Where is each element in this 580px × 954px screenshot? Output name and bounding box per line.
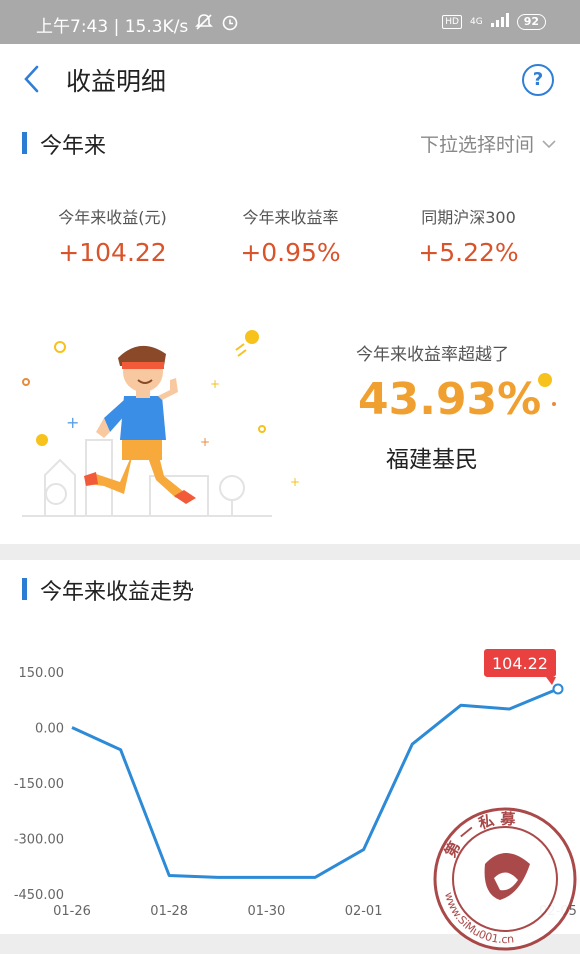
beat-subject: 福建基民 — [386, 447, 478, 473]
svg-text:+: + — [290, 475, 300, 489]
chevron-down-icon — [542, 139, 556, 148]
time-range-picker[interactable]: 下拉选择时间 — [420, 130, 556, 157]
stat-ytd-profit: 今年来收益(元) +104.22 — [16, 204, 209, 267]
stat-value: +5.22% — [418, 238, 519, 267]
mute-icon — [194, 12, 214, 37]
stat-value: +0.95% — [240, 238, 341, 267]
beat-caption: 今年来收益率超越了 — [356, 345, 509, 365]
svg-text:+: + — [210, 377, 220, 391]
y-tick-label: 150.00 — [19, 666, 65, 681]
hd-icon: HD — [442, 14, 462, 29]
chevron-left-icon — [24, 65, 39, 93]
nav-bar: 收益明细 ? — [0, 44, 580, 115]
svg-text:+: + — [200, 435, 210, 449]
watermark-seal: 第 一 私 募 www.SiMu001.cn — [433, 807, 577, 951]
coin-icon — [538, 373, 556, 406]
y-tick-label: -150.00 — [14, 777, 64, 792]
network-label: 4G — [469, 16, 483, 27]
signal-icon — [490, 13, 509, 30]
section-header-ytd: 今年来 下拉选择时间 — [0, 114, 580, 173]
x-tick-label: 01-30 — [248, 904, 286, 919]
y-tick-label: -450.00 — [14, 888, 64, 903]
value-tag-pointer — [546, 676, 556, 685]
back-button[interactable] — [18, 64, 48, 94]
svg-text:+: + — [66, 413, 79, 432]
help-button[interactable]: ? — [522, 64, 554, 96]
stat-label: 今年来收益(元) — [58, 208, 167, 227]
section-title: 今年来 — [40, 134, 107, 159]
stat-ytd-return: 今年来收益率 +0.95% — [194, 204, 387, 267]
picker-label: 下拉选择时间 — [419, 134, 534, 156]
data-point — [552, 683, 564, 695]
ranking-card: + + + + 今年来收益率超越了 43.93% 福建基民 — [0, 300, 580, 544]
status-time: 上午7:43 | 15.3K/s — [36, 17, 189, 37]
stat-hs300: 同期沪深300 +5.22% — [372, 204, 565, 267]
y-tick-label: -300.00 — [14, 833, 64, 848]
status-bar: 上午7:43 | 15.3K/s HD 4G 92 — [0, 0, 580, 44]
section-accent-bar — [22, 132, 27, 154]
runner-illustration: + + + + — [22, 330, 300, 517]
value-tag-text: 104.22 — [492, 654, 548, 673]
stat-label: 同期沪深300 — [421, 208, 516, 227]
section-header-trend: 今年来收益走势 — [0, 560, 580, 619]
y-tick-label: 0.00 — [35, 722, 64, 737]
alarm-icon — [220, 12, 240, 37]
x-tick-label: 02-01 — [345, 904, 383, 919]
page-title: 收益明细 — [66, 67, 167, 96]
section-title: 今年来收益走势 — [40, 580, 195, 605]
x-tick-label: 01-28 — [150, 904, 188, 919]
stat-value: +104.22 — [58, 238, 167, 267]
x-tick-label: 01-26 — [53, 904, 91, 919]
stat-label: 今年来收益率 — [242, 208, 339, 227]
section-accent-bar — [22, 578, 27, 600]
battery-indicator: 92 — [516, 13, 546, 30]
question-icon: ? — [532, 69, 544, 90]
beat-percent: 43.93% — [358, 374, 542, 425]
stats-panel: 今年来收益(元) +104.22 今年来收益率 +0.95% 同期沪深300 +… — [0, 172, 580, 301]
